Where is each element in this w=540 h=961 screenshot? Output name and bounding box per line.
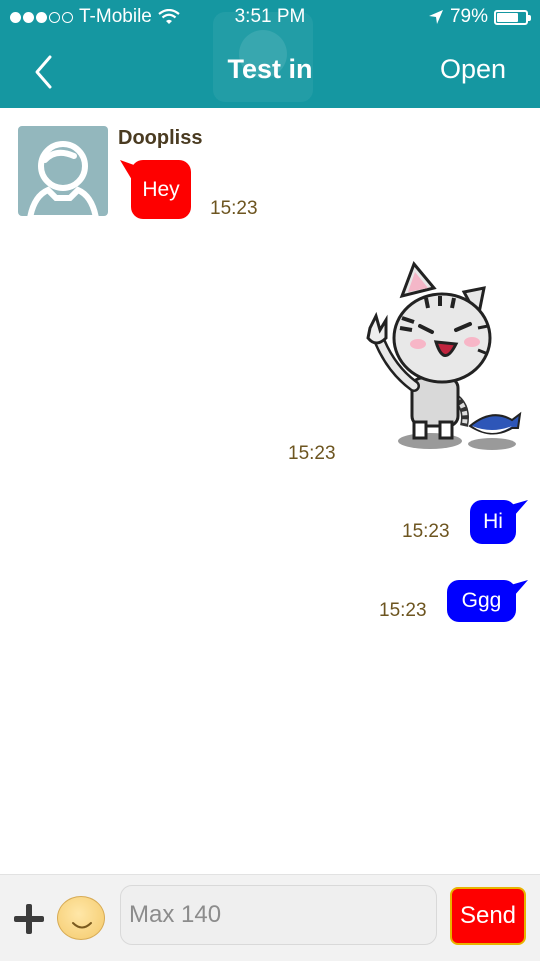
default-user-icon bbox=[27, 141, 99, 216]
message-text: Ggg bbox=[461, 589, 502, 612]
send-button[interactable]: Send bbox=[450, 887, 526, 945]
message-bubble-outgoing[interactable]: Ggg bbox=[447, 580, 516, 622]
message-time: 15:23 bbox=[210, 198, 258, 219]
message-time: 15:23 bbox=[288, 443, 336, 464]
avatar[interactable] bbox=[18, 126, 108, 216]
message-bubble-incoming[interactable]: Hey bbox=[131, 160, 191, 219]
cat-sticker[interactable] bbox=[352, 258, 522, 453]
message-input[interactable] bbox=[120, 885, 437, 945]
top-bar: T-Mobile 3:51 PM 79% Test in Open bbox=[0, 0, 540, 108]
location-arrow-icon bbox=[428, 10, 443, 24]
message-text: Hey bbox=[142, 177, 180, 201]
battery-percent: 79% bbox=[449, 6, 488, 27]
smiley-icon bbox=[72, 922, 92, 929]
emoji-button[interactable] bbox=[57, 896, 105, 940]
plus-icon bbox=[14, 904, 44, 934]
message-time: 15:23 bbox=[379, 600, 427, 621]
status-bar: T-Mobile 3:51 PM 79% bbox=[0, 0, 540, 36]
message-time: 15:23 bbox=[402, 521, 450, 542]
battery-icon bbox=[494, 9, 531, 25]
sender-name: Doopliss bbox=[118, 127, 203, 149]
message-text: Hi bbox=[483, 510, 503, 533]
message-bubble-outgoing[interactable]: Hi bbox=[470, 500, 516, 544]
attach-button[interactable] bbox=[12, 902, 46, 936]
waving-cat-sticker-icon bbox=[366, 261, 522, 450]
open-button[interactable]: Open bbox=[440, 54, 506, 85]
